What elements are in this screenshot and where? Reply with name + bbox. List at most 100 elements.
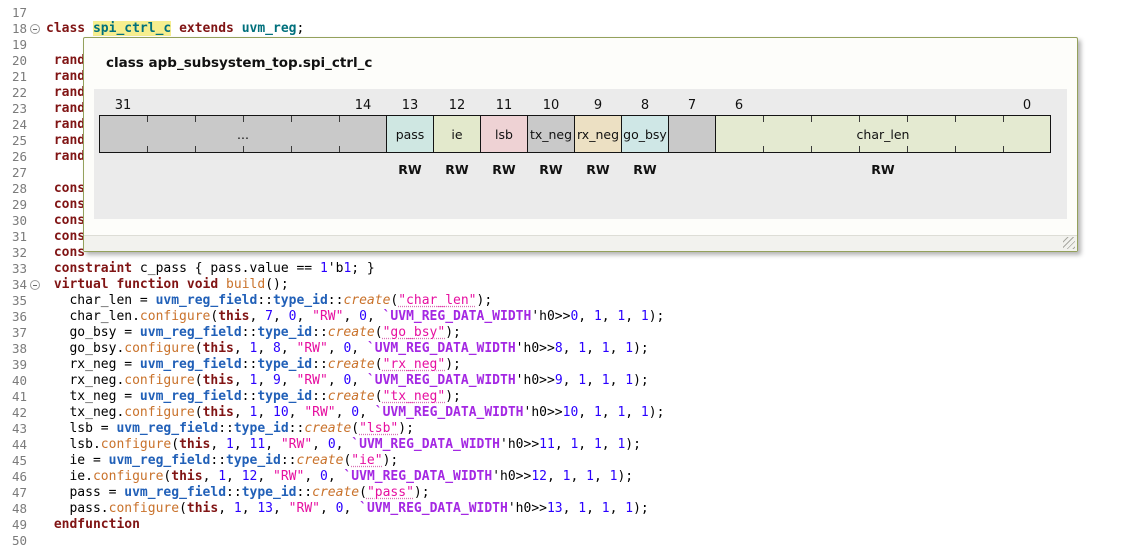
code-line-33[interactable]: 33 constraint c_pass { pass.value == 1'b… (0, 261, 1142, 277)
bit-index-labels: 60 (734, 98, 1032, 113)
line-number: 41 (11, 389, 27, 404)
code-text: tx_neg = uvm_reg_field::type_id::create(… (46, 389, 461, 404)
code-line-44[interactable]: 44 lsb.configure(this, 1, 11, "RW", 0, `… (0, 437, 1142, 453)
fold-margin (27, 5, 46, 21)
line-number: 37 (11, 325, 27, 340)
code-line-45[interactable]: 45 ie = uvm_reg_field::type_id::create("… (0, 453, 1142, 469)
code-line-39[interactable]: 39 rx_neg = uvm_reg_field::type_id::crea… (0, 357, 1142, 373)
field-name-label: ... (237, 126, 249, 142)
line-number: 26 (11, 149, 27, 164)
fold-region[interactable] (27, 277, 46, 293)
code-text: lsb.configure(this, 1, 11, "RW", 0, `UVM… (46, 437, 641, 452)
code-text: rand (53, 149, 86, 164)
code-line-35[interactable]: 35 char_len = uvm_reg_field::type_id::cr… (0, 293, 1142, 309)
register-bitfield-diagram: 31 14... 13 pass RW 12 ie RW 11 lsb RW 10 tx_neg RW 9 r… (99, 94, 1059, 177)
code-text: pass.configure(this, 1, 13, "RW", 0, `UV… (46, 501, 649, 516)
line-number: 34 (11, 277, 27, 292)
code-line-47[interactable]: 47 pass = uvm_reg_field::type_id::create… (0, 485, 1142, 501)
fold-margin (27, 533, 46, 546)
bit-index-labels: 9 (593, 98, 603, 113)
register-field-lsb: 11 lsb RW (480, 94, 528, 177)
code-text: tx_neg.configure(this, 1, 10, "RW", 0, `… (46, 405, 665, 420)
code-line-17[interactable]: 17 (0, 5, 1142, 21)
code-line-37[interactable]: 37 go_bsy = uvm_reg_field::type_id::crea… (0, 325, 1142, 341)
fold-margin (27, 437, 46, 453)
line-number: 29 (11, 197, 27, 212)
code-line-34[interactable]: 34 virtual function void build(); (0, 277, 1142, 293)
code-text: ie = uvm_reg_field::type_id::create("ie"… (46, 453, 399, 468)
code-line-41[interactable]: 41 tx_neg = uvm_reg_field::type_id::crea… (0, 389, 1142, 405)
bit-index-labels: 12 (448, 98, 466, 113)
register-field-tx_neg: 10 tx_neg RW (527, 94, 575, 177)
code-text: cons (53, 245, 86, 260)
code-line-18[interactable]: 18 class spi_ctrl_c extends uvm_reg; (0, 21, 1142, 37)
fold-margin (27, 261, 46, 277)
code-text: go_bsy = uvm_reg_field::type_id::create(… (46, 325, 461, 340)
fold-margin (27, 373, 46, 389)
bit-tick (147, 146, 148, 152)
fold-margin (27, 197, 46, 213)
line-number: 46 (11, 469, 27, 484)
bit-tick (1003, 146, 1004, 152)
hover-popup: class apb_subsystem_top.spi_ctrl_c 31 14.… (83, 37, 1078, 252)
fold-collapse-icon[interactable] (30, 280, 40, 290)
fold-margin (27, 117, 46, 133)
bit-tick (195, 116, 196, 122)
fold-region[interactable] (27, 21, 46, 37)
fold-margin (27, 421, 46, 437)
register-field-ie: 12 ie RW (433, 94, 481, 177)
fold-margin (27, 245, 46, 261)
code-line-42[interactable]: 42 tx_neg.configure(this, 1, 10, "RW", 0… (0, 405, 1142, 421)
code-text: cons (53, 181, 86, 196)
bit-index-labels: 7 (687, 98, 697, 113)
bit-index-labels: 13 (401, 98, 419, 113)
bit-index-labels: 11 (495, 98, 513, 113)
code-text: rand (53, 133, 86, 148)
code-line-50[interactable]: 50 (0, 533, 1142, 546)
code-text: rand (53, 53, 86, 68)
line-number: 35 (11, 293, 27, 308)
line-number: 31 (11, 229, 27, 244)
fold-margin (27, 293, 46, 309)
field-name-label: ie (451, 126, 463, 142)
field-box: pass (386, 115, 434, 153)
bit-tick (1003, 116, 1004, 122)
bit-tick (907, 116, 908, 122)
line-number: 38 (11, 341, 27, 356)
bit-tick (811, 146, 812, 152)
code-line-36[interactable]: 36 char_len.configure(this, 7, 0, "RW", … (0, 309, 1142, 325)
resize-grip-icon[interactable] (1063, 237, 1075, 249)
line-number: 27 (11, 165, 27, 180)
register-field-go_bsy: 8 go_bsy RW (621, 94, 669, 177)
bit-tick (339, 146, 340, 152)
bit-tick (195, 146, 196, 152)
code-line-49[interactable]: 49 endfunction (0, 517, 1142, 533)
code-text: cons (53, 197, 86, 212)
fold-margin (27, 85, 46, 101)
bit-tick (955, 146, 956, 152)
line-number: 24 (11, 117, 27, 132)
line-number: 17 (11, 5, 27, 20)
register-field-char_len: 6 0 char_len RW (715, 94, 1051, 177)
line-number: 30 (11, 213, 27, 228)
bit-tick (147, 116, 148, 122)
line-number: 18 (11, 21, 27, 36)
field-access-label: RW (492, 162, 516, 177)
code-text: char_len = uvm_reg_field::type_id::creat… (46, 293, 493, 308)
field-box (668, 115, 716, 153)
fold-margin (27, 165, 46, 181)
line-number: 36 (11, 309, 27, 324)
code-text: lsb = uvm_reg_field::type_id::create("ls… (46, 421, 414, 436)
code-text: constraint c_pass { pass.value == 1'b1; … (53, 261, 375, 276)
fold-margin (27, 341, 46, 357)
code-line-43[interactable]: 43 lsb = uvm_reg_field::type_id::create(… (0, 421, 1142, 437)
bit-tick (291, 146, 292, 152)
code-text: rand (53, 117, 86, 132)
code-line-46[interactable]: 46 ie.configure(this, 1, 12, "RW", 0, `U… (0, 469, 1142, 485)
code-line-40[interactable]: 40 rx_neg.configure(this, 1, 9, "RW", 0,… (0, 373, 1142, 389)
fold-collapse-icon[interactable] (30, 24, 40, 34)
code-line-38[interactable]: 38 go_bsy.configure(this, 1, 8, "RW", 0,… (0, 341, 1142, 357)
line-number: 33 (11, 261, 27, 276)
code-line-48[interactable]: 48 pass.configure(this, 1, 13, "RW", 0, … (0, 501, 1142, 517)
bit-tick (243, 146, 244, 152)
